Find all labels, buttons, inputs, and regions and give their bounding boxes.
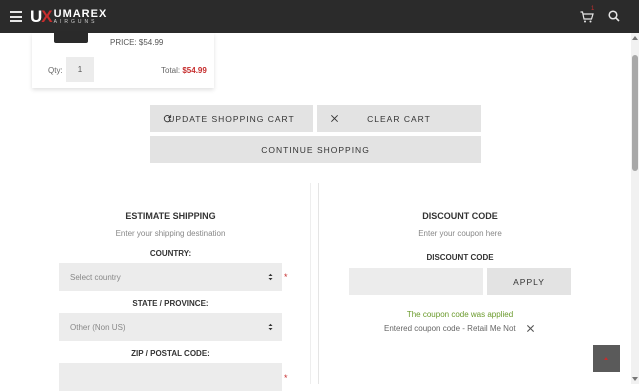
select-arrows-icon <box>268 273 273 281</box>
apply-label: APPLY <box>513 276 545 287</box>
discount-code-subtitle: Enter your coupon here <box>418 229 502 238</box>
estimate-shipping-subtitle: Enter your shipping destination <box>115 229 226 238</box>
discount-code-input[interactable] <box>349 268 483 295</box>
scroll-down-arrow-icon[interactable] <box>632 377 638 381</box>
discount-code-title: DISCOUNT CODE <box>422 211 498 221</box>
cart-count-badge: 1 <box>591 6 595 12</box>
country-label: COUNTRY: <box>149 249 192 258</box>
cart-item-card: PRICE: $54.99 Qty: Total: $54.99 <box>32 33 214 88</box>
state-province-select[interactable]: Other (Non US) <box>59 313 282 341</box>
item-total: Total: $54.99 <box>161 66 207 75</box>
panel-divider <box>318 183 319 384</box>
state-label: STATE / PROVINCE: <box>132 299 209 308</box>
remove-coupon-icon[interactable] <box>526 324 535 333</box>
discount-code-label: DISCOUNT CODE <box>426 253 494 262</box>
total-amount: $54.99 <box>182 66 207 75</box>
scroll-thumb[interactable] <box>632 55 638 171</box>
back-to-top-button[interactable] <box>593 345 620 372</box>
zip-postal-code-input[interactable] <box>59 363 282 391</box>
estimate-shipping-title: ESTIMATE SHIPPING <box>125 211 216 221</box>
total-label: Total: <box>161 66 181 75</box>
refresh-icon <box>163 114 172 123</box>
zip-required-marker: * <box>284 373 288 383</box>
qty-label: Qty: <box>48 66 63 75</box>
continue-shopping-button[interactable]: CONTINUE SHOPPING <box>150 136 481 163</box>
arrow-up-icon <box>604 357 608 360</box>
zip-label: ZIP / POSTAL CODE: <box>131 349 210 358</box>
update-shopping-cart-label: UPDATE SHOPPING CART <box>168 113 295 124</box>
cart-icon[interactable] <box>580 11 594 23</box>
state-select-value: Other (Non US) <box>70 322 126 332</box>
select-arrows-icon <box>268 323 273 331</box>
country-select[interactable]: Select country <box>59 263 282 291</box>
update-shopping-cart-button[interactable]: UPDATE SHOPPING CART <box>150 105 313 132</box>
item-price: PRICE: $54.99 <box>110 38 164 47</box>
entered-coupon-code: Entered coupon code - Retail Me Not <box>384 324 516 333</box>
umarex-logo[interactable]: UX UMAREX AIRGUNS <box>30 7 108 26</box>
quantity-input[interactable] <box>66 57 94 82</box>
close-icon <box>331 115 338 122</box>
logo-sub-text: AIRGUNS <box>53 19 98 25</box>
product-image[interactable] <box>54 33 88 43</box>
continue-shopping-label: CONTINUE SHOPPING <box>261 144 370 155</box>
page-scrollbar[interactable] <box>631 33 639 384</box>
country-required-marker: * <box>284 272 288 282</box>
search-icon[interactable] <box>608 10 620 22</box>
clear-cart-button[interactable]: CLEAR CART <box>317 105 481 132</box>
logo-brand-text: UMAREX <box>53 8 108 20</box>
top-navigation-bar: UX UMAREX AIRGUNS 1 <box>0 0 639 33</box>
logo-text: UMAREX AIRGUNS <box>53 8 108 26</box>
coupon-success-message: The coupon code was applied <box>406 310 514 319</box>
scroll-up-arrow-icon[interactable] <box>632 36 638 40</box>
logo-mark: UX <box>30 7 53 26</box>
clear-cart-label: CLEAR CART <box>367 113 431 124</box>
apply-coupon-button[interactable]: APPLY <box>487 268 571 295</box>
menu-icon[interactable] <box>10 11 22 22</box>
panel-separator <box>310 183 311 384</box>
country-select-value: Select country <box>70 272 121 282</box>
